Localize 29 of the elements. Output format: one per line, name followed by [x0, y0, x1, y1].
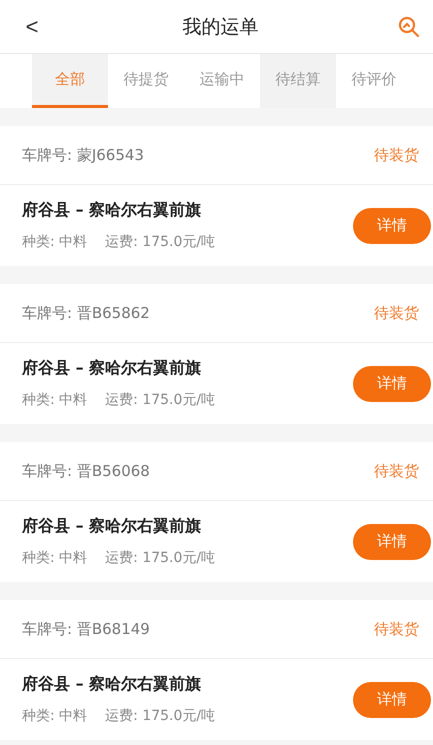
filter-tab[interactable]: 全部 [32, 54, 108, 108]
plate-number: 车牌号: 晋B68149 [22, 620, 150, 638]
plate-number: 车牌号: 晋B65862 [22, 304, 150, 322]
details-button[interactable]: 详情 [353, 524, 431, 560]
order-status: 待装货 [374, 620, 419, 638]
cargo-type: 种类: 中料 [22, 707, 88, 725]
plate-number: 车牌号: 晋B56068 [22, 462, 150, 480]
search-icon[interactable] [397, 14, 421, 38]
route-text: 府谷县 – 察哈尔右翼前旗 [22, 516, 202, 537]
order-status: 待装货 [374, 462, 419, 480]
route-text: 府谷县 – 察哈尔右翼前旗 [22, 200, 202, 221]
freight-rate: 运费: 175.0元/吨 [105, 233, 216, 251]
details-button[interactable]: 详情 [353, 366, 431, 402]
order-status: 待装货 [374, 146, 419, 164]
details-button[interactable]: 详情 [353, 208, 431, 244]
filter-tab[interactable]: 待结算 [260, 54, 336, 108]
plate-number: 车牌号: 蒙J66543 [22, 146, 144, 164]
freight-rate: 运费: 175.0元/吨 [105, 549, 216, 567]
cargo-type: 种类: 中料 [22, 391, 88, 409]
order-status: 待装货 [374, 304, 419, 322]
back-button[interactable]: < [20, 14, 44, 40]
cargo-type: 种类: 中料 [22, 549, 88, 567]
route-text: 府谷县 – 察哈尔右翼前旗 [22, 358, 202, 379]
page-title: 我的运单 [182, 14, 258, 40]
cargo-type: 种类: 中料 [22, 233, 88, 251]
details-button[interactable]: 详情 [353, 682, 431, 718]
freight-rate: 运费: 175.0元/吨 [105, 707, 216, 725]
freight-rate: 运费: 175.0元/吨 [105, 391, 216, 409]
route-text: 府谷县 – 察哈尔右翼前旗 [22, 674, 202, 695]
